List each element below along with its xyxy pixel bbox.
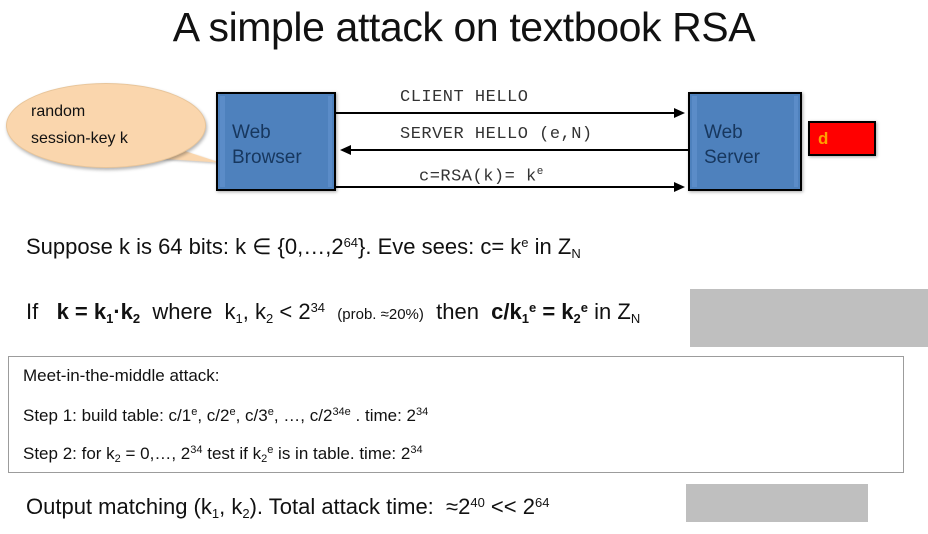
- browser-label-line-2: Browser: [232, 147, 302, 168]
- arrow-line-server-hello: [350, 149, 688, 151]
- step1-part-4: , …, c/2: [273, 406, 333, 425]
- output-hl-part-1: ≈2: [446, 494, 471, 519]
- arrow-line-ciphertext: [336, 186, 676, 188]
- message-label-ciphertext-text: c=RSA(k)= k: [419, 167, 537, 187]
- step1-sup-5: 34: [415, 406, 429, 418]
- step2-sup-3: 34: [410, 444, 423, 456]
- if-part-comma-k: , k: [242, 299, 267, 324]
- private-key-label: d: [818, 129, 829, 148]
- arrow-head-ciphertext: [674, 182, 685, 192]
- output-part-2: , k: [219, 494, 243, 519]
- if-hl-ck1: c/k: [491, 299, 522, 324]
- node-web-browser: Web Browser: [216, 92, 336, 191]
- output-sub-2: 2: [242, 506, 250, 521]
- output-hl-sup-64: 64: [534, 495, 550, 510]
- step2-part-3: test if k: [202, 444, 262, 463]
- if-part-1: If: [26, 299, 39, 324]
- if-part-k: k: [224, 299, 236, 324]
- attack-box-title: Meet-in-the-middle attack:: [23, 366, 220, 385]
- if-part-where: where: [152, 299, 213, 324]
- if-bold-k2: ·k: [113, 299, 133, 324]
- step1-part-2: , c/2: [197, 406, 230, 425]
- browser-label-line-1: Web: [232, 122, 271, 143]
- output-hl-sup-40: 40: [470, 495, 485, 510]
- suppose-sup-e: e: [521, 235, 529, 250]
- if-part-lt: < 2: [273, 299, 311, 324]
- if-sub-1: 1: [235, 311, 243, 326]
- if-hl-in: in Z: [588, 299, 631, 324]
- step1-part-1: Step 1: build table: c/1: [23, 406, 192, 425]
- text-if-line: If k = k1·k2 where k1, k2 < 234 (prob. ≈…: [26, 293, 640, 334]
- callout-random-session-key: random session-key k: [6, 83, 206, 168]
- arrow-head-client-hello: [674, 108, 685, 118]
- if-hl-ck1-sub: 1: [521, 311, 529, 326]
- if-part-then: then: [436, 299, 479, 324]
- step2-part-2: = 0,…, 2: [120, 444, 191, 463]
- step1-part-3: , c/3: [235, 406, 268, 425]
- step1-part-5: . time: 2: [350, 406, 416, 425]
- callout-line-1: random: [31, 103, 86, 120]
- step2-part-1: Step 2: for k: [23, 444, 115, 463]
- slide-canvas: A simple attack on textbook RSA random s…: [0, 0, 928, 534]
- server-label-line-1: Web: [704, 122, 743, 143]
- if-hl-zn-sub: N: [630, 311, 641, 326]
- meet-in-the-middle-attack-box: Meet-in-the-middle attack: Step 1: build…: [8, 356, 904, 473]
- browser-box-left-strip: [220, 96, 225, 187]
- suppose-part-1: Suppose k is 64 bits: k ∈ {0,…,2: [26, 234, 344, 259]
- highlight-band-if-line: [690, 289, 928, 347]
- suppose-sub-n: N: [571, 246, 581, 261]
- if-hl-k2-sup: e: [580, 300, 589, 315]
- message-label-ciphertext: c=RSA(k)= ke: [419, 162, 544, 188]
- step2-sup-1: 34: [190, 444, 203, 456]
- attack-step-1: Step 1: build table: c/1e, c/2e, c/3e, ……: [23, 401, 428, 427]
- message-label-client-hello: CLIENT HELLO: [400, 88, 529, 107]
- suppose-part-3: in Z: [528, 234, 572, 259]
- if-hl-k2-sub: 2: [573, 311, 581, 326]
- message-label-server-hello: SERVER HELLO (e,N): [400, 125, 593, 144]
- text-suppose-line: Suppose k is 64 bits: k ∈ {0,…,264}. Eve…: [26, 228, 581, 269]
- arrow-line-client-hello: [336, 112, 676, 114]
- step1-sup-4: 34e: [332, 406, 351, 418]
- callout-text: random session-key k: [31, 98, 128, 152]
- server-box-left-strip: [692, 96, 697, 187]
- attack-step-2: Step 2: for k2 = 0,…, 234 test if k2e is…: [23, 439, 423, 470]
- if-sup-34: 34: [310, 300, 326, 315]
- private-key-box: d: [808, 121, 876, 156]
- if-bold-k2-sub: 2: [132, 311, 141, 326]
- text-output-line: Output matching (k1, k2). Total attack t…: [26, 488, 549, 529]
- if-hl-eq-k2: = k: [536, 299, 574, 324]
- message-label-ciphertext-exponent: e: [536, 166, 544, 178]
- suppose-part-2: }. Eve sees: c= k: [358, 234, 522, 259]
- suppose-sup-64: 64: [343, 235, 359, 250]
- protocol-diagram: random session-key k Web Browser Web Ser…: [0, 0, 928, 210]
- server-label-line-2: Server: [704, 147, 760, 168]
- if-bold-k1: k = k: [56, 299, 107, 324]
- node-web-server: Web Server: [688, 92, 802, 191]
- output-hl-part-2: << 2: [484, 494, 535, 519]
- arrow-head-server-hello: [340, 145, 351, 155]
- step2-part-4: is in table. time: 2: [273, 444, 411, 463]
- callout-line-2: session-key k: [31, 130, 128, 147]
- highlight-band-total-time: [686, 484, 868, 522]
- if-prob-note: (prob. ≈20%): [337, 306, 424, 323]
- output-part-3: ). Total attack time:: [249, 494, 434, 519]
- output-part-1: Output matching (k: [26, 494, 212, 519]
